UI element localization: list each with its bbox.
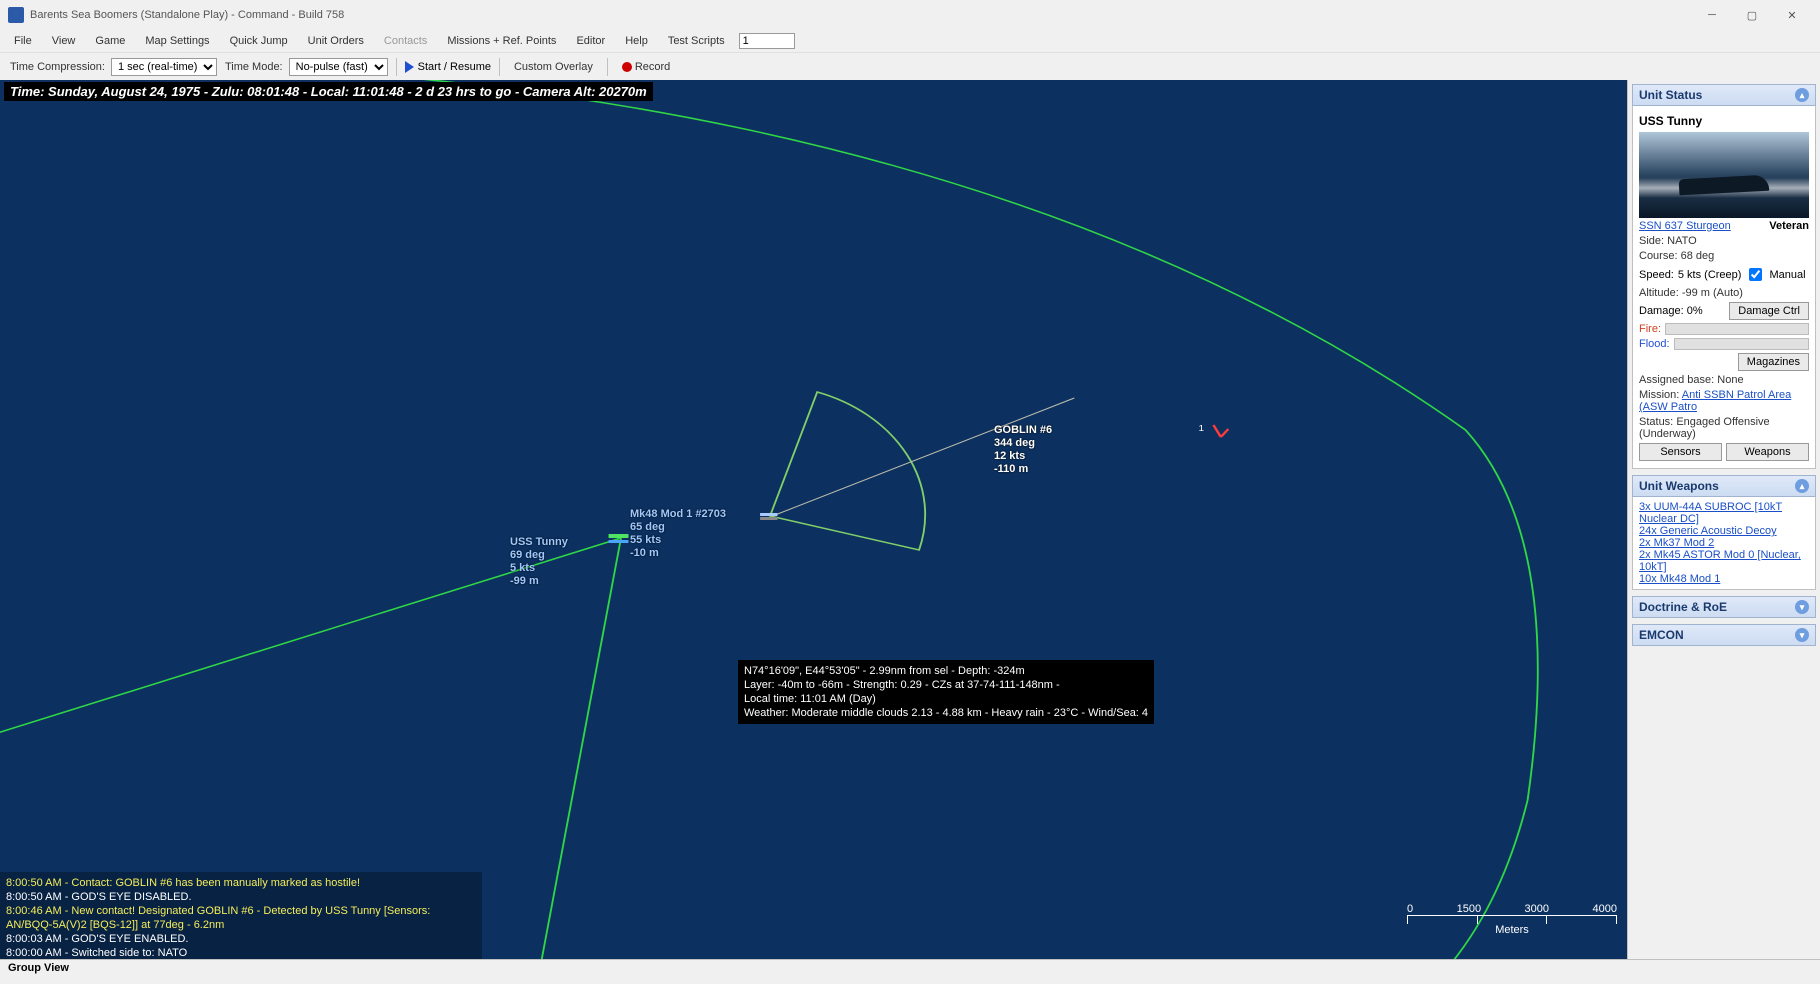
log-entry: 8:00:00 AM - Switched side to: NATO xyxy=(6,946,476,960)
menu-view[interactable]: View xyxy=(42,35,86,47)
message-log[interactable]: 8:00:50 AM - Contact: GOBLIN #6 has been… xyxy=(0,872,482,964)
weapon-link[interactable]: 24x Generic Acoustic Decoy xyxy=(1639,525,1809,537)
menu-file[interactable]: File xyxy=(4,35,42,47)
unit-weapons-panel: 3x UUM-44A SUBROC [10kT Nuclear DC] 24x … xyxy=(1632,497,1816,590)
weapon-link[interactable]: 2x Mk45 ASTOR Mod 0 [Nuclear, 10kT] xyxy=(1639,549,1809,573)
chevron-down-icon: ▾ xyxy=(1795,600,1809,614)
log-entry: 8:00:46 AM - New contact! Designated GOB… xyxy=(6,904,476,932)
weapons-button[interactable]: Weapons xyxy=(1726,443,1809,461)
side-value: NATO xyxy=(1667,235,1697,247)
sidebar: Unit Status▴ USS Tunny SSN 637 Sturgeon … xyxy=(1627,80,1820,964)
chevron-up-icon: ▴ xyxy=(1795,479,1809,493)
damage-value: 0% xyxy=(1687,305,1703,317)
menu-mapsettings[interactable]: Map Settings xyxy=(135,35,219,47)
play-icon xyxy=(405,61,414,73)
chevron-up-icon: ▴ xyxy=(1795,88,1809,102)
chevron-down-icon: ▾ xyxy=(1795,628,1809,642)
unit-image xyxy=(1639,132,1809,218)
contact-label[interactable]: GOBLIN #6344 deg12 kts-110 m xyxy=(994,424,1052,476)
window-title: Barents Sea Boomers (Standalone Play) - … xyxy=(30,9,1692,21)
base-value: None xyxy=(1717,374,1743,386)
speed-value: 5 kts (Creep) xyxy=(1678,269,1742,281)
record-button[interactable]: Record xyxy=(616,59,676,75)
menu-game[interactable]: Game xyxy=(85,35,135,47)
sensors-button[interactable]: Sensors xyxy=(1639,443,1722,461)
menu-editor[interactable]: Editor xyxy=(566,35,615,47)
start-resume-button[interactable]: Start / Resume xyxy=(405,61,491,73)
custom-overlay-button[interactable]: Custom Overlay xyxy=(508,59,599,75)
menu-quickjump[interactable]: Quick Jump xyxy=(220,35,298,47)
log-entry: 8:00:50 AM - Contact: GOBLIN #6 has been… xyxy=(6,876,476,890)
svg-text:1: 1 xyxy=(1199,424,1205,433)
time-overlay: Time: Sunday, August 24, 1975 - Zulu: 08… xyxy=(4,82,653,101)
weapon-link[interactable]: 10x Mk48 Mod 1 xyxy=(1639,573,1809,585)
emcon-header[interactable]: EMCON▾ xyxy=(1632,624,1816,646)
unit-class-link[interactable]: SSN 637 Sturgeon xyxy=(1639,220,1731,232)
time-compression-select[interactable]: 1 sec (real-time) xyxy=(111,58,217,76)
time-mode-select[interactable]: No-pulse (fast) xyxy=(289,58,388,76)
course-value: 68 deg xyxy=(1681,250,1715,262)
weapon-link[interactable]: 3x UUM-44A SUBROC [10kT Nuclear DC] xyxy=(1639,501,1809,525)
menu-unitorders[interactable]: Unit Orders xyxy=(298,35,374,47)
menubar: File View Game Map Settings Quick Jump U… xyxy=(0,30,1820,53)
unit-name: USS Tunny xyxy=(1639,110,1809,132)
menu-help[interactable]: Help xyxy=(615,35,658,47)
unit-weapons-header[interactable]: Unit Weapons▴ xyxy=(1632,475,1816,497)
testscripts-spinner[interactable]: 1 xyxy=(739,33,795,49)
menu-missions[interactable]: Missions + Ref. Points xyxy=(437,35,566,47)
manual-speed-checkbox[interactable] xyxy=(1749,268,1762,281)
fire-bar xyxy=(1665,323,1809,335)
menu-contacts[interactable]: Contacts xyxy=(374,35,437,47)
flood-bar xyxy=(1674,338,1809,350)
proficiency: Veteran xyxy=(1769,220,1809,232)
log-entry: 8:00:50 AM - GOD'S EYE DISABLED. xyxy=(6,890,476,904)
minimize-button[interactable]: ─ xyxy=(1692,0,1732,30)
own-unit-label[interactable]: USS Tunny69 deg5 kts-99 m xyxy=(510,536,568,588)
unit-status-panel: USS Tunny SSN 637 Sturgeon Veteran Side:… xyxy=(1632,106,1816,469)
status-bar: Group View xyxy=(0,959,1820,984)
scale-bar: 0150030004000 Meters xyxy=(1407,903,1617,936)
doctrine-roe-header[interactable]: Doctrine & RoE▾ xyxy=(1632,596,1816,618)
torpedo-label[interactable]: Mk48 Mod 1 #270365 deg55 kts-10 m xyxy=(630,508,726,560)
menu-testscripts[interactable]: Test Scripts xyxy=(658,35,735,47)
altitude-value: -99 m (Auto) xyxy=(1682,287,1743,299)
time-compression-label: Time Compression: xyxy=(10,61,105,73)
record-icon xyxy=(622,62,632,72)
app-icon xyxy=(8,7,24,23)
magazines-button[interactable]: Magazines xyxy=(1738,353,1809,371)
damage-ctrl-button[interactable]: Damage Ctrl xyxy=(1729,302,1809,320)
close-button[interactable]: ✕ xyxy=(1772,0,1812,30)
log-entry: 8:00:03 AM - GOD'S EYE ENABLED. xyxy=(6,932,476,946)
cursor-info: N74°16'09", E44°53'05" - 2.99nm from sel… xyxy=(738,660,1154,724)
maximize-button[interactable]: ▢ xyxy=(1732,0,1772,30)
map-view[interactable]: 1 Time: Sunday, August 24, 1975 - Zulu: … xyxy=(0,80,1627,964)
weapon-link[interactable]: 2x Mk37 Mod 2 xyxy=(1639,537,1809,549)
window-titlebar: Barents Sea Boomers (Standalone Play) - … xyxy=(0,0,1820,30)
time-mode-label: Time Mode: xyxy=(225,61,283,73)
toolbar: Time Compression: 1 sec (real-time) Time… xyxy=(0,53,1820,82)
unit-status-header[interactable]: Unit Status▴ xyxy=(1632,84,1816,106)
